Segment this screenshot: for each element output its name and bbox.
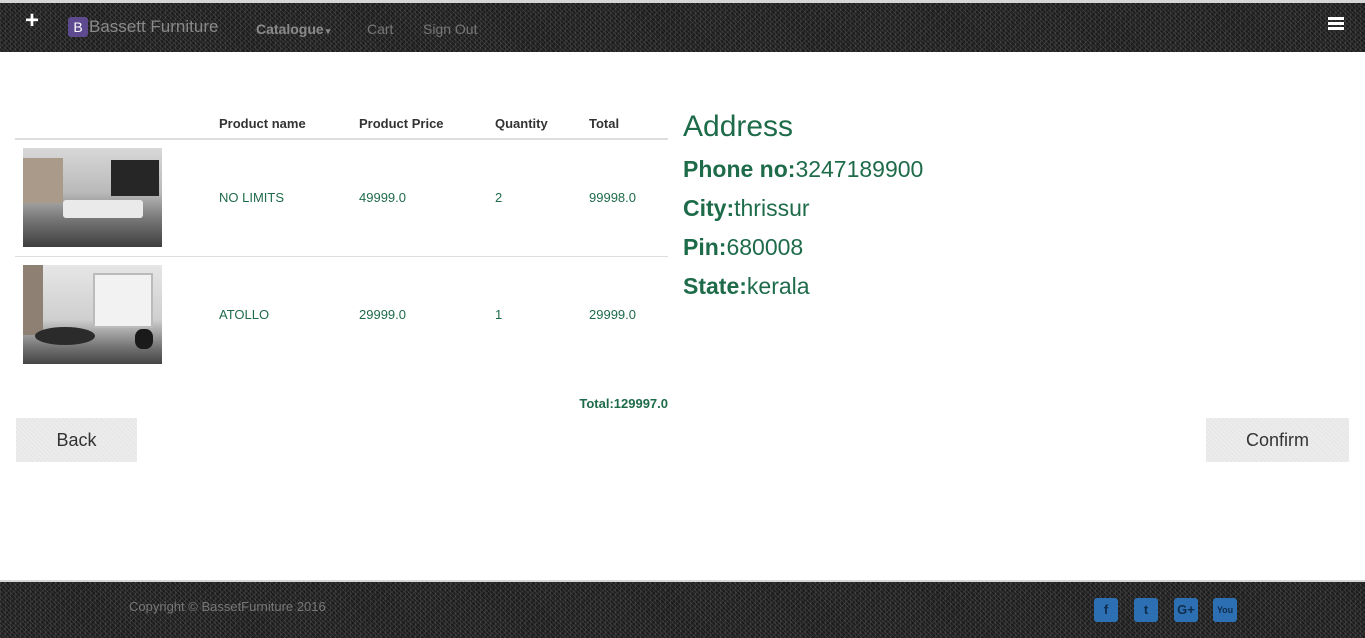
- address-panel: Address Phone no:3247189900 City:thrissu…: [683, 110, 923, 306]
- phone-label: Phone no:: [683, 156, 796, 182]
- twitter-icon[interactable]: t: [1134, 598, 1158, 622]
- col-header-product-price: Product Price: [359, 108, 495, 140]
- grand-total: Total:129997.0: [579, 396, 668, 411]
- state-line: State:kerala: [683, 267, 923, 306]
- city-value: thrissur: [734, 195, 810, 221]
- nav-signout-link[interactable]: Sign Out: [423, 21, 477, 37]
- brand-name: Bassett Furniture: [89, 17, 219, 36]
- product-quantity: 2: [495, 139, 589, 257]
- pin-value: 680008: [726, 234, 804, 260]
- caret-down-icon: ▾: [325, 26, 331, 36]
- table-header-row: Product name Product Price Quantity Tota…: [15, 108, 668, 140]
- phone-value: 3247189900: [795, 156, 924, 182]
- product-image-cell: [15, 139, 219, 257]
- nav-catalogue-dropdown[interactable]: Catalogue ▾: [256, 21, 330, 37]
- table-row: ATOLLO 29999.0 1 29999.0: [15, 256, 668, 373]
- pin-line: Pin:680008: [683, 228, 923, 267]
- youtube-icon[interactable]: You: [1213, 598, 1237, 622]
- city-line: City:thrissur: [683, 189, 923, 228]
- phone-line: Phone no:3247189900: [683, 150, 923, 189]
- col-header-product-name: Product name: [219, 108, 359, 140]
- nav-catalogue-label: Catalogue: [256, 21, 324, 37]
- product-price: 49999.0: [359, 139, 495, 257]
- col-header-quantity: Quantity: [495, 108, 589, 140]
- product-total: 29999.0: [589, 307, 636, 323]
- col-header-total: Total: [589, 108, 668, 140]
- product-name: ATOLLO: [219, 307, 270, 323]
- table-row: NO LIMITS 49999.0 2 99998.0: [15, 139, 668, 257]
- product-name: NO LIMITS: [219, 139, 359, 257]
- confirm-button[interactable]: Confirm: [1206, 418, 1349, 462]
- back-button[interactable]: Back: [16, 418, 137, 462]
- address-title: Address: [683, 110, 794, 143]
- cart-table: Product name Product Price Quantity Tota…: [15, 108, 668, 373]
- state-label: State:: [683, 273, 747, 299]
- product-image: [23, 148, 162, 248]
- google-plus-icon[interactable]: G+: [1174, 598, 1198, 622]
- product-quantity: 1: [495, 307, 503, 323]
- product-image: [23, 265, 162, 365]
- footer: Copyright © BassetFurniture 2016 f t G+ …: [0, 580, 1365, 638]
- brand-link[interactable]: B Bassett Furniture: [68, 17, 218, 37]
- city-label: City:: [683, 195, 735, 221]
- plus-icon[interactable]: +: [22, 9, 42, 33]
- state-value: kerala: [746, 273, 810, 299]
- product-price: 29999.0: [359, 307, 406, 323]
- product-total: 99998.0: [589, 139, 668, 257]
- nav-cart-link[interactable]: Cart: [367, 21, 393, 37]
- hamburger-menu-icon[interactable]: [1328, 17, 1344, 31]
- brand-logo-icon: B: [68, 17, 88, 37]
- pin-label: Pin:: [683, 234, 727, 260]
- product-image-cell: [15, 256, 219, 373]
- col-header-image: [15, 108, 219, 140]
- copyright-text: Copyright © BassetFurniture 2016: [129, 599, 326, 614]
- navbar: + B Bassett Furniture Catalogue ▾ Cart Si…: [0, 0, 1365, 52]
- facebook-icon[interactable]: f: [1094, 598, 1118, 622]
